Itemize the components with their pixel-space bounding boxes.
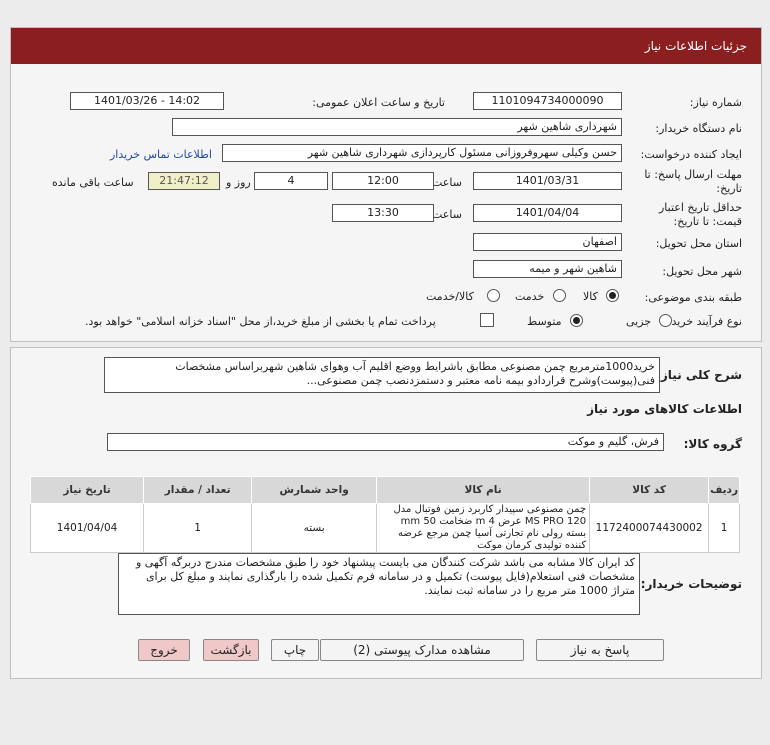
cell-name: چمن مصنوعی سپیدار کاربرد زمین فوتبال مدل… [376,503,591,553]
province-field: اصفهان [473,233,622,251]
validity-date-field: 1401/04/04 [473,204,622,222]
category-option-goods: کالا [583,290,598,303]
buyer-notes-label: توضیحات خریدار: [640,577,742,591]
col-unit: واحد شمارش [251,476,378,504]
process-option-medium: متوسط [527,315,562,328]
cell-date: 1401/04/04 [29,503,145,553]
summary-field: خرید1000مترمربع چمن مصنوعی مطابق باشرایط… [104,357,660,393]
city-label: شهر محل تحویل: [662,265,742,278]
col-qty: تعداد / مقدار [143,476,253,504]
table-row: 1 1172400074430002 چمن مصنوعی سپیدار کار… [29,503,740,553]
announce-field: 1401/03/26 - 14:02 [70,92,224,110]
payment-note: پرداخت تمام یا بخشی از مبلغ خرید،از محل … [85,315,436,328]
category-label: طبقه بندی موضوعی: [644,291,742,304]
deadline-label: مهلت ارسال پاسخ: تا تاریخ: [644,168,742,195]
summary-label: شرح کلی نیاز: [656,368,742,382]
back-button[interactable]: بازگشت [203,639,259,661]
process-radio-medium[interactable] [570,314,583,327]
creator-field: حسن وکیلی سهروفروزانی مسئول کارپردازی شه… [222,144,622,162]
creator-label: ایجاد کننده درخواست: [640,148,742,161]
group-field: فرش، گلیم و موکت [107,433,664,451]
panel-titlebar: جزئیات اطلاعات نیاز [11,28,761,64]
payment-checkbox[interactable] [480,313,494,327]
validity-time-field: 13:30 [332,204,434,222]
cell-row: 1 [708,503,740,553]
goods-info-title: اطلاعات کالاهای مورد نیاز [587,402,742,416]
print-button[interactable]: چاپ [271,639,319,661]
buyer-label: نام دستگاه خریدار: [655,122,742,135]
process-radio-minor[interactable] [659,314,672,327]
cell-qty: 1 [143,503,253,553]
cell-code: 1172400074430002 [589,503,710,553]
col-code: کد کالا [589,476,710,504]
col-name: نام کالا [376,476,591,504]
col-row: ردیف [708,476,740,504]
need-number-field: 1101094734000090 [473,92,622,110]
process-option-minor: جزیی [626,315,652,328]
need-number-label: شماره نیاز: [689,96,742,109]
deadline-time-label: ساعت [432,176,462,189]
city-field: شاهین شهر و میمه [473,260,622,278]
announce-label: تاریخ و ساعت اعلان عمومی: [312,96,445,109]
group-label: گروه کالا: [683,437,742,451]
validity-time-label: ساعت [432,208,462,221]
goods-table: ردیف کد کالا نام کالا واحد شمارش تعداد /… [29,476,740,553]
category-option-service: خدمت [515,290,545,303]
category-option-goods-service: کالا/خدمت [426,290,474,303]
remaining-label: ساعت باقی مانده [52,176,134,189]
days-label: روز و [226,176,251,189]
exit-button[interactable]: خروج [138,639,190,661]
province-label: استان محل تحویل: [655,237,742,250]
attachments-button[interactable]: مشاهده مدارک پیوستی (2) [320,639,524,661]
validity-label: حداقل تاریخ اعتبار قیمت: تا تاریخ: [658,201,742,228]
remaining-time-field: 21:47:12 [148,172,220,190]
buyer-notes-field: کد ایران کالا مشابه می باشد شرکت کنندگان… [118,553,640,615]
category-radio-service[interactable] [553,289,566,302]
buyer-contact-link[interactable]: اطلاعات تماس خریدار [110,148,212,161]
cell-unit: بسته [251,503,378,553]
process-label: نوع فرآیند خرید : [664,315,742,328]
deadline-date-field: 1401/03/31 [473,172,622,190]
days-field: 4 [254,172,328,190]
col-date: تاریخ نیاز [29,476,145,504]
table-header-row: ردیف کد کالا نام کالا واحد شمارش تعداد /… [29,476,740,504]
reply-button[interactable]: پاسخ به نیاز [536,639,664,661]
category-radio-goods[interactable] [606,289,619,302]
buyer-field: شهرداری شاهین شهر [172,118,622,136]
category-radio-goods-service[interactable] [487,289,500,302]
deadline-time-field: 12:00 [332,172,434,190]
page-title: جزئیات اطلاعات نیاز [644,39,747,53]
